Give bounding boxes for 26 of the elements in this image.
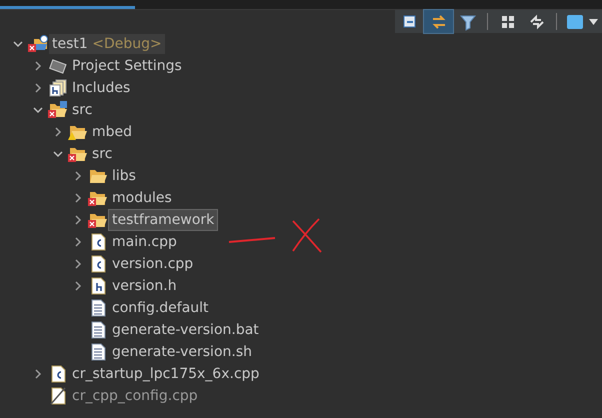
tree-item[interactable]: generate-version.bat: [109, 320, 262, 340]
tree-item[interactable]: generate-version.sh: [109, 342, 255, 362]
filter-icon: [458, 12, 476, 30]
collapse-all-icon: [400, 12, 418, 30]
tree-item[interactable]: modules: [109, 188, 175, 208]
tree-item[interactable]: mbed: [89, 122, 136, 142]
tree-item[interactable]: main.cpp: [109, 232, 180, 252]
sync-icon: [528, 12, 546, 30]
window-icon: [566, 12, 584, 30]
header-files-icon: [48, 79, 68, 97]
tree-item[interactable]: test1 <Debug>: [49, 34, 165, 54]
excluded-file-icon: [48, 387, 68, 405]
tree-item[interactable]: config.default: [109, 298, 212, 318]
two-arrows-button[interactable]: [424, 10, 453, 33]
tree-item[interactable]: libs: [109, 166, 139, 186]
tree-item[interactable]: version.h: [109, 276, 180, 296]
tree-item[interactable]: cr_cpp_config.cpp: [69, 386, 201, 406]
tree-item[interactable]: src: [89, 144, 116, 164]
tree-item[interactable]: testframework: [109, 210, 218, 230]
caret-icon: [589, 18, 598, 24]
tree-item[interactable]: version.cpp: [109, 254, 196, 274]
folder-icon: [88, 167, 108, 185]
tree-item[interactable]: cr_startup_lpc175x_6x.cpp: [69, 364, 262, 384]
tree-item[interactable]: Project Settings: [69, 56, 185, 76]
tree-item[interactable]: Includes: [69, 78, 134, 98]
tree-item[interactable]: src: [69, 100, 96, 120]
